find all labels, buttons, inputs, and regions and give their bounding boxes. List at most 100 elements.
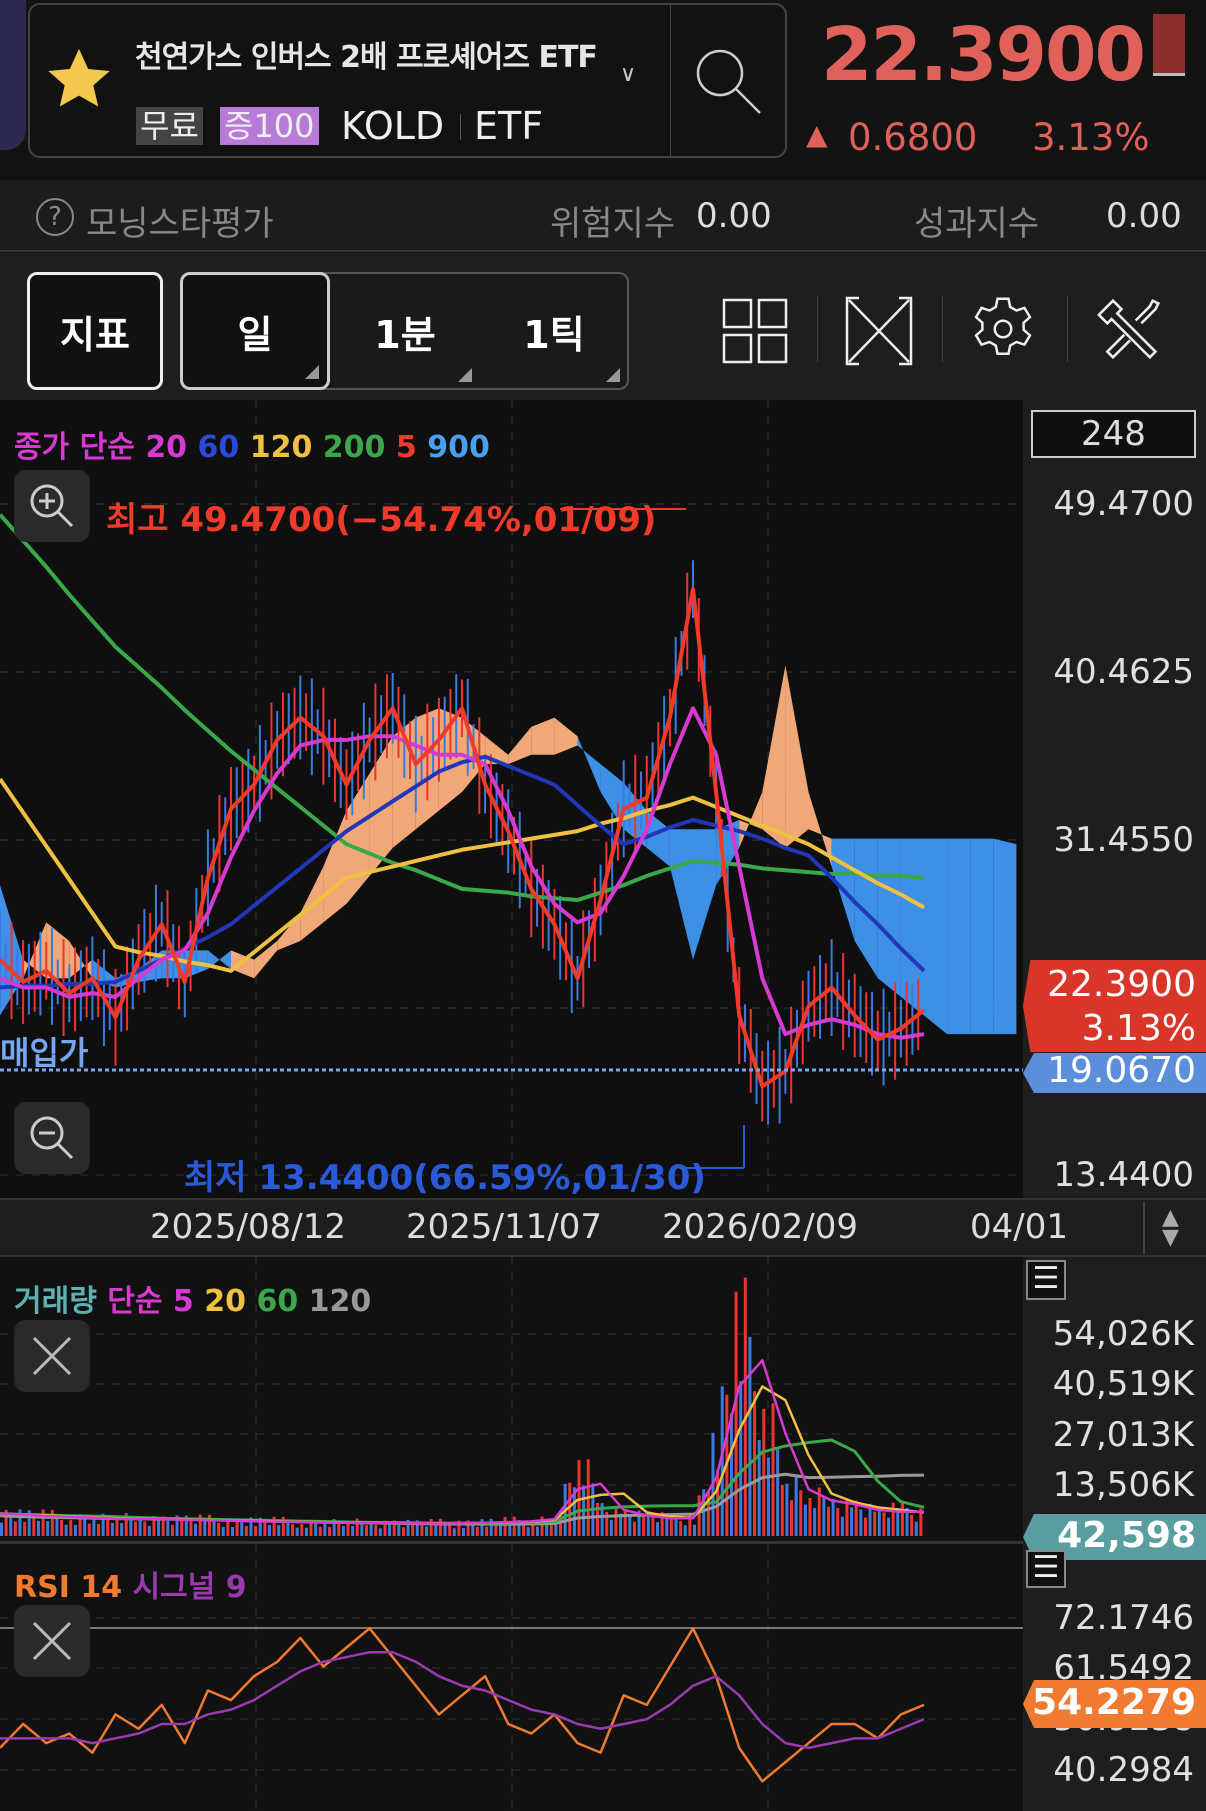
period-tick-button[interactable]: 1틱 [480, 272, 628, 390]
volume-bar [267, 1524, 271, 1536]
volume-bar [729, 1413, 733, 1536]
volume-bar [286, 1520, 290, 1536]
zoom-out-button[interactable] [14, 1102, 90, 1174]
rsi-legend-signal: 시그널 9 [132, 1570, 247, 1605]
volume-bar [873, 1511, 877, 1536]
volume-bar [623, 1509, 627, 1536]
volume-bar [642, 1516, 646, 1536]
volume-bar [771, 1403, 775, 1536]
volume-bar [591, 1483, 595, 1536]
volume-bar [619, 1513, 623, 1536]
volume-bar [309, 1519, 313, 1536]
chevron-down-icon[interactable]: ∨ [620, 62, 636, 87]
current-price: 22.3900 [820, 12, 1146, 98]
close-rsi-button[interactable] [14, 1605, 90, 1677]
volume-bar [743, 1277, 747, 1536]
volume-bar [263, 1521, 267, 1536]
volume-bar [563, 1483, 567, 1536]
risk-value: 0.00 [696, 196, 772, 236]
fullscreen-icon[interactable] [845, 296, 913, 370]
volume-bar [462, 1528, 465, 1536]
volume-bar [725, 1394, 729, 1536]
volume-bar [101, 1513, 105, 1536]
favorite-star-icon[interactable] [44, 46, 114, 116]
volume-bar [360, 1521, 364, 1536]
close-volume-button[interactable] [14, 1320, 90, 1392]
volume-bar [401, 1527, 405, 1536]
volume-bar [32, 1515, 36, 1536]
buy-price-tag-value: 19.0670 [1047, 1050, 1196, 1091]
volume-bar [374, 1525, 378, 1536]
volume-bar [535, 1526, 539, 1536]
layout-grid-icon[interactable] [722, 298, 788, 368]
volume-bar [785, 1483, 789, 1536]
volume-bar [697, 1495, 701, 1536]
price-change: 0.6800 [848, 116, 978, 159]
volume-tick: 54,026K [1052, 1314, 1194, 1354]
volume-bar [448, 1525, 452, 1536]
morningstar-label: 모닝스타평가 [86, 204, 274, 244]
volume-bar [443, 1521, 447, 1536]
candle-count[interactable]: 248 [1031, 410, 1196, 458]
volume-bar [452, 1528, 456, 1536]
volume-bar [887, 1517, 891, 1536]
tools-icon[interactable] [1096, 294, 1164, 368]
legend-ma60: 60 [197, 430, 240, 465]
volume-bar [614, 1505, 618, 1536]
volume-bar [383, 1520, 387, 1536]
volume-bar [69, 1520, 73, 1536]
volume-bar [822, 1497, 826, 1536]
volume-legend-5: 5 [172, 1284, 194, 1319]
volume-bar [711, 1432, 715, 1536]
volume-bar [337, 1522, 341, 1536]
volume-bar [429, 1519, 433, 1536]
volume-bar [637, 1510, 641, 1536]
rsi-line [0, 1627, 925, 1783]
volume-bar [129, 1517, 133, 1536]
panel-divider[interactable] [0, 1541, 1023, 1544]
volume-bar [748, 1336, 752, 1536]
volume-bar [577, 1459, 581, 1536]
volume-legend-120: 120 [308, 1284, 372, 1319]
volume-bar [790, 1500, 794, 1536]
volume-bar [665, 1517, 669, 1536]
volume-bar [693, 1524, 696, 1536]
volume-bar [739, 1381, 743, 1536]
performance-label: 성과지수 [914, 204, 1040, 244]
settings-gear-icon[interactable] [970, 296, 1036, 366]
axis-scroll-icon[interactable]: ▲ ▼ [1162, 1207, 1179, 1249]
search-icon[interactable] [692, 45, 764, 121]
volume-bar [605, 1511, 609, 1536]
volume-bar [198, 1514, 202, 1536]
volume-bar [13, 1521, 17, 1536]
indicator-button[interactable]: 지표 [27, 272, 163, 390]
volume-bar [600, 1503, 604, 1536]
symbol-name: 천연가스 인버스 2배 프로셰어즈 ETF [135, 40, 598, 75]
volume-menu-icon[interactable]: ☰ [1026, 1260, 1066, 1300]
period-day-button[interactable]: 일 [180, 272, 330, 390]
rsi-legend: RSI 14 시그널 9 [14, 1562, 247, 1606]
volume-bar [60, 1519, 64, 1536]
divider [817, 296, 818, 362]
volume-bar [83, 1518, 87, 1536]
rsi-menu-icon[interactable]: ☰ [1026, 1550, 1066, 1588]
volume-bar [231, 1527, 234, 1536]
volume-bar [277, 1525, 281, 1536]
volume-bar [503, 1517, 507, 1536]
volume-bar [240, 1522, 244, 1536]
volume-bar [392, 1520, 396, 1536]
volume-bar [78, 1514, 82, 1536]
volume-bar [882, 1512, 886, 1536]
zoom-in-button[interactable] [14, 470, 90, 542]
sidebar-handle[interactable] [0, 0, 26, 150]
volume-bar [323, 1523, 327, 1536]
volume-bar [235, 1518, 239, 1536]
security-type: ETF [474, 104, 544, 148]
help-icon[interactable]: ? [36, 198, 74, 236]
period-minute-button[interactable]: 1분 [330, 272, 480, 390]
volume-bar [434, 1522, 438, 1536]
volume-bar [110, 1522, 114, 1536]
ticker: KOLD [341, 104, 445, 148]
performance-value: 0.00 [1106, 196, 1182, 236]
legend-ma20: 20 [145, 430, 188, 465]
